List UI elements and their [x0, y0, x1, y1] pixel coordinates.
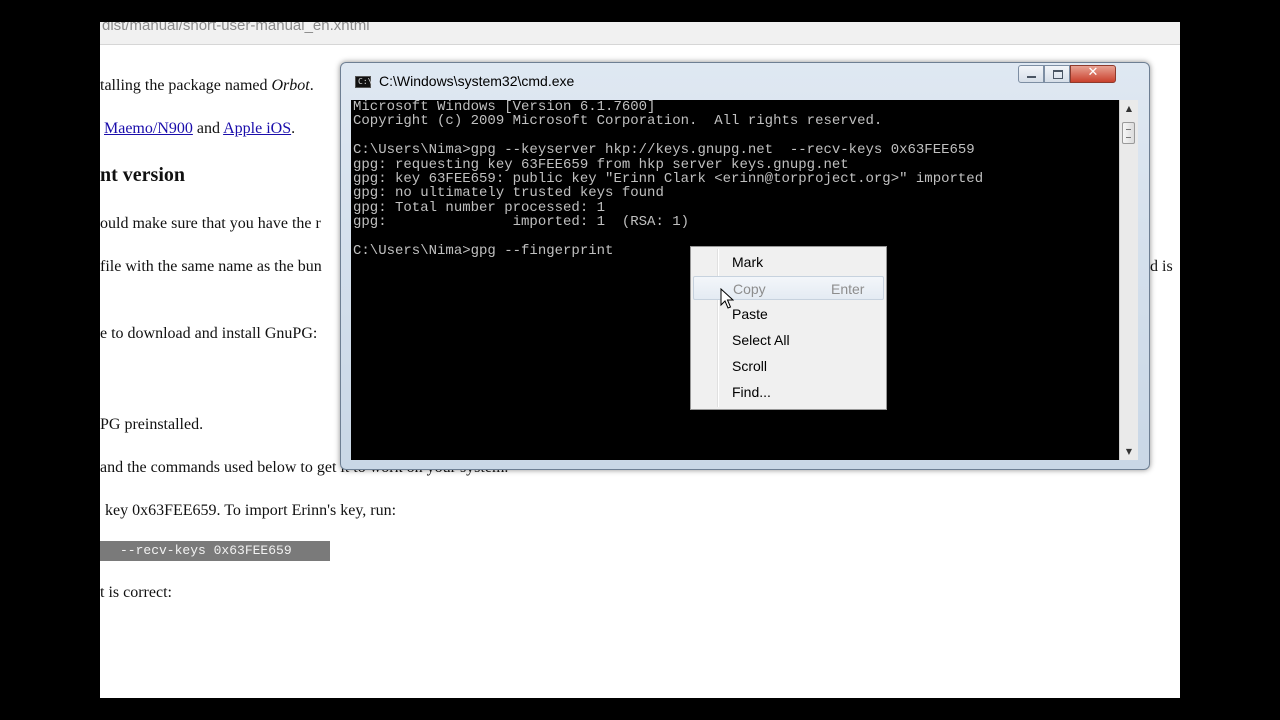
- manual-text-orbot-suffix: .: [309, 77, 314, 94]
- minimize-button[interactable]: [1018, 65, 1044, 83]
- manual-text-orbot: talling the package named Orbot.: [100, 77, 314, 95]
- menu-item-label: Copy: [733, 281, 766, 297]
- menu-item-label: Paste: [732, 306, 768, 322]
- menu-item-find[interactable]: Find...: [693, 380, 884, 404]
- close-icon: ✕: [1087, 65, 1099, 80]
- link-maemo[interactable]: Maemo/N900: [104, 120, 193, 137]
- links-conjunction: and: [192, 120, 224, 137]
- manual-text-orbot-name: Orbot: [271, 77, 310, 94]
- manual-paragraph-2-right: d is: [1150, 258, 1173, 275]
- console-text[interactable]: Microsoft Windows [Version 6.1.7600] Cop…: [353, 100, 983, 258]
- menu-item-scroll[interactable]: Scroll: [693, 354, 884, 378]
- scroll-down-arrow-icon[interactable]: ▼: [1120, 443, 1138, 460]
- manual-paragraph-7: t is correct:: [100, 584, 172, 601]
- address-bar-url[interactable]: dist/manual/short-user-manual_en.xhtml: [102, 22, 370, 34]
- context-menu: Mark Copy Enter Paste Select All Scroll …: [690, 246, 887, 410]
- menu-item-select-all[interactable]: Select All: [693, 328, 884, 352]
- manual-paragraph-3: e to download and install GnuPG:: [100, 325, 318, 342]
- manual-paragraph-1: ould make sure that you have the r: [100, 215, 321, 232]
- manual-paragraph-2: file with the same name as the bun: [100, 258, 322, 275]
- manual-paragraph-6: key 0x63FEE659. To import Erinn's key, r…: [105, 502, 397, 519]
- manual-paragraph-4: PG preinstalled.: [100, 416, 204, 433]
- menu-item-label: Select All: [732, 332, 790, 348]
- link-apple-ios[interactable]: Apple iOS: [223, 120, 291, 137]
- menu-item-shortcut: Enter: [831, 281, 865, 297]
- code-snippet-text: --recv-keys 0x63FEE659: [120, 543, 292, 558]
- mouse-pointer-icon: [720, 288, 734, 309]
- window-title: C:\Windows\system32\cmd.exe: [379, 73, 575, 89]
- maximize-button[interactable]: [1044, 65, 1070, 83]
- manual-text-orbot-prefix: talling the package named: [100, 77, 272, 94]
- menu-item-label: Scroll: [732, 358, 768, 374]
- vertical-scrollbar[interactable]: ▲ ▼: [1119, 100, 1138, 460]
- menu-item-mark[interactable]: Mark: [693, 250, 884, 274]
- menu-item-label: Mark: [732, 254, 764, 270]
- title-bar[interactable]: C:\ C:\Windows\system32\cmd.exe ✕: [341, 63, 1149, 99]
- manual-links-line: Maemo/N900 and Apple iOS.: [104, 120, 295, 138]
- links-period: .: [291, 120, 296, 137]
- section-heading: nt version: [100, 164, 185, 186]
- code-snippet: --recv-keys 0x63FEE659: [100, 541, 330, 561]
- console-app-icon[interactable]: C:\: [355, 76, 372, 88]
- scroll-thumb[interactable]: [1122, 122, 1135, 144]
- scroll-up-arrow-icon[interactable]: ▲: [1120, 100, 1138, 117]
- menu-item-label: Find...: [732, 384, 771, 400]
- address-bar[interactable]: dist/manual/short-user-manual_en.xhtml: [100, 22, 1180, 45]
- close-button[interactable]: ✕: [1070, 65, 1116, 83]
